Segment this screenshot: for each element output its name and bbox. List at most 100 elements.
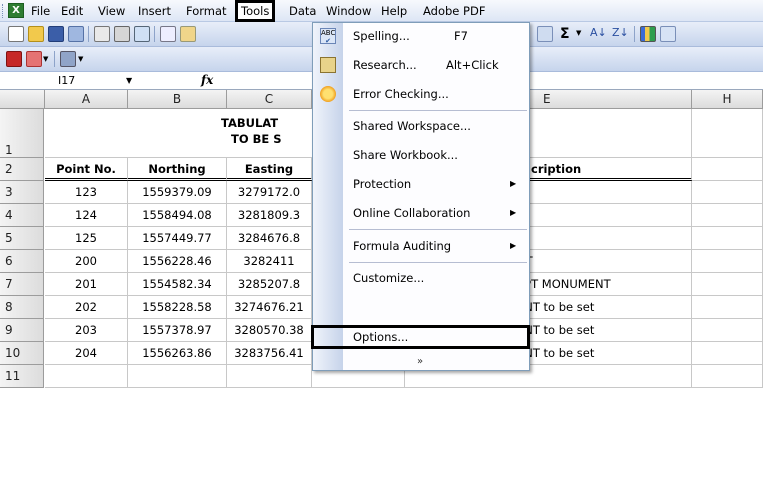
row-header-5[interactable]: 5 <box>0 227 44 250</box>
autosum-dropdown-icon[interactable]: ▼ <box>576 29 581 37</box>
menu-edit[interactable]: Edit <box>61 3 83 20</box>
cell-northing[interactable]: 1556228.46 <box>128 250 227 273</box>
cell-h[interactable] <box>692 296 763 319</box>
cell-h[interactable] <box>692 204 763 227</box>
cell-h[interactable] <box>692 342 763 365</box>
row-header-6[interactable]: 6 <box>0 250 44 273</box>
sort-ascending-icon[interactable]: A↓ <box>590 26 607 39</box>
menu-item-protection[interactable]: Protection ▶ <box>313 173 529 195</box>
row-header-8[interactable]: 8 <box>0 296 44 319</box>
cell-h[interactable] <box>692 273 763 296</box>
spelling-icon[interactable] <box>160 26 176 42</box>
menu-adobe-pdf[interactable]: Adobe PDF <box>423 3 485 20</box>
row-header-3[interactable]: 3 <box>0 181 44 204</box>
cell-h2[interactable] <box>692 158 763 181</box>
cell-easting[interactable]: 3279172.0 <box>227 181 312 204</box>
menu-file[interactable]: File <box>31 3 50 20</box>
print-icon[interactable] <box>114 26 130 42</box>
insert-function-icon[interactable]: fx <box>201 73 213 87</box>
cell-northing[interactable]: 1557449.77 <box>128 227 227 250</box>
cell-point-no[interactable]: 201 <box>45 273 128 296</box>
menu-item-customize[interactable]: Customize... <box>313 267 529 289</box>
menu-window[interactable]: Window <box>326 3 371 20</box>
cell-easting[interactable]: 3283756.41 <box>227 342 312 365</box>
pdf-review-dropdown-icon[interactable]: ▼ <box>78 55 83 63</box>
pdf-dropdown-icon[interactable]: ▼ <box>43 55 48 63</box>
cell-point-no[interactable]: 203 <box>45 319 128 342</box>
cell-h[interactable] <box>692 181 763 204</box>
header-point-no[interactable]: Point No. <box>45 158 128 181</box>
cell-point-no[interactable]: 123 <box>45 181 128 204</box>
row-header-7[interactable]: 7 <box>0 273 44 296</box>
select-all-corner[interactable] <box>0 90 45 109</box>
menu-item-shared-workspace[interactable]: Shared Workspace... <box>313 115 529 137</box>
cell-point-no[interactable]: 200 <box>45 250 128 273</box>
cell-h1[interactable] <box>692 109 763 158</box>
cell-easting[interactable]: 3280570.38 <box>227 319 312 342</box>
cell-easting[interactable]: 3284676.8 <box>227 227 312 250</box>
cell-empty[interactable] <box>45 365 128 388</box>
sort-descending-icon[interactable]: Z↓ <box>612 26 629 39</box>
row-header-1[interactable]: 1 <box>0 109 44 158</box>
menu-help[interactable]: Help <box>381 3 407 20</box>
column-header-a[interactable]: A <box>45 90 128 109</box>
menu-item-error-checking[interactable]: Error Checking... <box>313 83 529 105</box>
name-box-dropdown-icon[interactable]: ▼ <box>126 76 132 85</box>
column-header-b[interactable]: B <box>128 90 227 109</box>
cell-northing[interactable]: 1558494.08 <box>128 204 227 227</box>
cell-empty[interactable] <box>692 365 763 388</box>
menu-item-research[interactable]: Research... Alt+Click <box>313 54 529 76</box>
permission-icon[interactable] <box>68 26 84 42</box>
menu-item-online-collaboration[interactable]: Online Collaboration ▶ <box>313 202 529 224</box>
column-header-h[interactable]: H <box>692 90 763 109</box>
cell-northing[interactable]: 1554582.34 <box>128 273 227 296</box>
cell-empty[interactable] <box>128 365 227 388</box>
cell-northing[interactable]: 1558228.58 <box>128 296 227 319</box>
header-northing[interactable]: Northing <box>128 158 227 181</box>
menu-item-options[interactable]: Options... <box>311 325 530 349</box>
cell-empty[interactable] <box>227 365 312 388</box>
pdf-review-icon[interactable] <box>60 51 76 67</box>
cell-easting[interactable]: 3274676.21 <box>227 296 312 319</box>
menu-item-spelling[interactable]: ABC ✔ Spelling... F7 <box>313 25 529 47</box>
new-icon[interactable] <box>8 26 24 42</box>
menu-format[interactable]: Format <box>186 3 227 20</box>
cell-northing[interactable]: 1559379.09 <box>128 181 227 204</box>
cell-h[interactable] <box>692 227 763 250</box>
open-icon[interactable] <box>28 26 44 42</box>
cell-point-no[interactable]: 125 <box>45 227 128 250</box>
print-preview-icon[interactable] <box>134 26 150 42</box>
hyperlink-icon[interactable] <box>537 26 553 42</box>
toolbar-grip[interactable] <box>2 4 5 18</box>
cell-easting[interactable]: 3282411 <box>227 250 312 273</box>
cell-point-no[interactable]: 124 <box>45 204 128 227</box>
column-header-c[interactable]: C <box>227 90 312 109</box>
row-header-11[interactable]: 11 <box>0 365 44 388</box>
menu-insert[interactable]: Insert <box>138 3 171 20</box>
pdf-email-icon[interactable] <box>26 51 42 67</box>
save-icon[interactable] <box>48 26 64 42</box>
expand-menu-chevron-icon[interactable]: » <box>412 355 428 369</box>
drawing-icon[interactable] <box>660 26 676 42</box>
menu-item-formula-auditing[interactable]: Formula Auditing ▶ <box>313 235 529 257</box>
cell-h[interactable] <box>692 250 763 273</box>
email-icon[interactable] <box>94 26 110 42</box>
name-box[interactable]: I17 <box>18 72 158 89</box>
cell-easting[interactable]: 3281809.3 <box>227 204 312 227</box>
row-header-9[interactable]: 9 <box>0 319 44 342</box>
cell-northing[interactable]: 1557378.97 <box>128 319 227 342</box>
row-header-10[interactable]: 10 <box>0 342 44 365</box>
autosum-icon[interactable]: Σ <box>560 26 570 42</box>
menu-tools[interactable]: Tools <box>235 0 276 22</box>
header-easting[interactable]: Easting <box>227 158 312 181</box>
cell-northing[interactable]: 1556263.86 <box>128 342 227 365</box>
cell-point-no[interactable]: 202 <box>45 296 128 319</box>
cell-easting[interactable]: 3285207.8 <box>227 273 312 296</box>
research-icon[interactable] <box>180 26 196 42</box>
convert-to-pdf-icon[interactable] <box>6 51 22 67</box>
cell-point-no[interactable]: 204 <box>45 342 128 365</box>
menu-view[interactable]: View <box>98 3 125 20</box>
excel-app-icon[interactable]: X <box>8 3 24 18</box>
chart-wizard-icon[interactable] <box>640 26 656 42</box>
row-header-4[interactable]: 4 <box>0 204 44 227</box>
